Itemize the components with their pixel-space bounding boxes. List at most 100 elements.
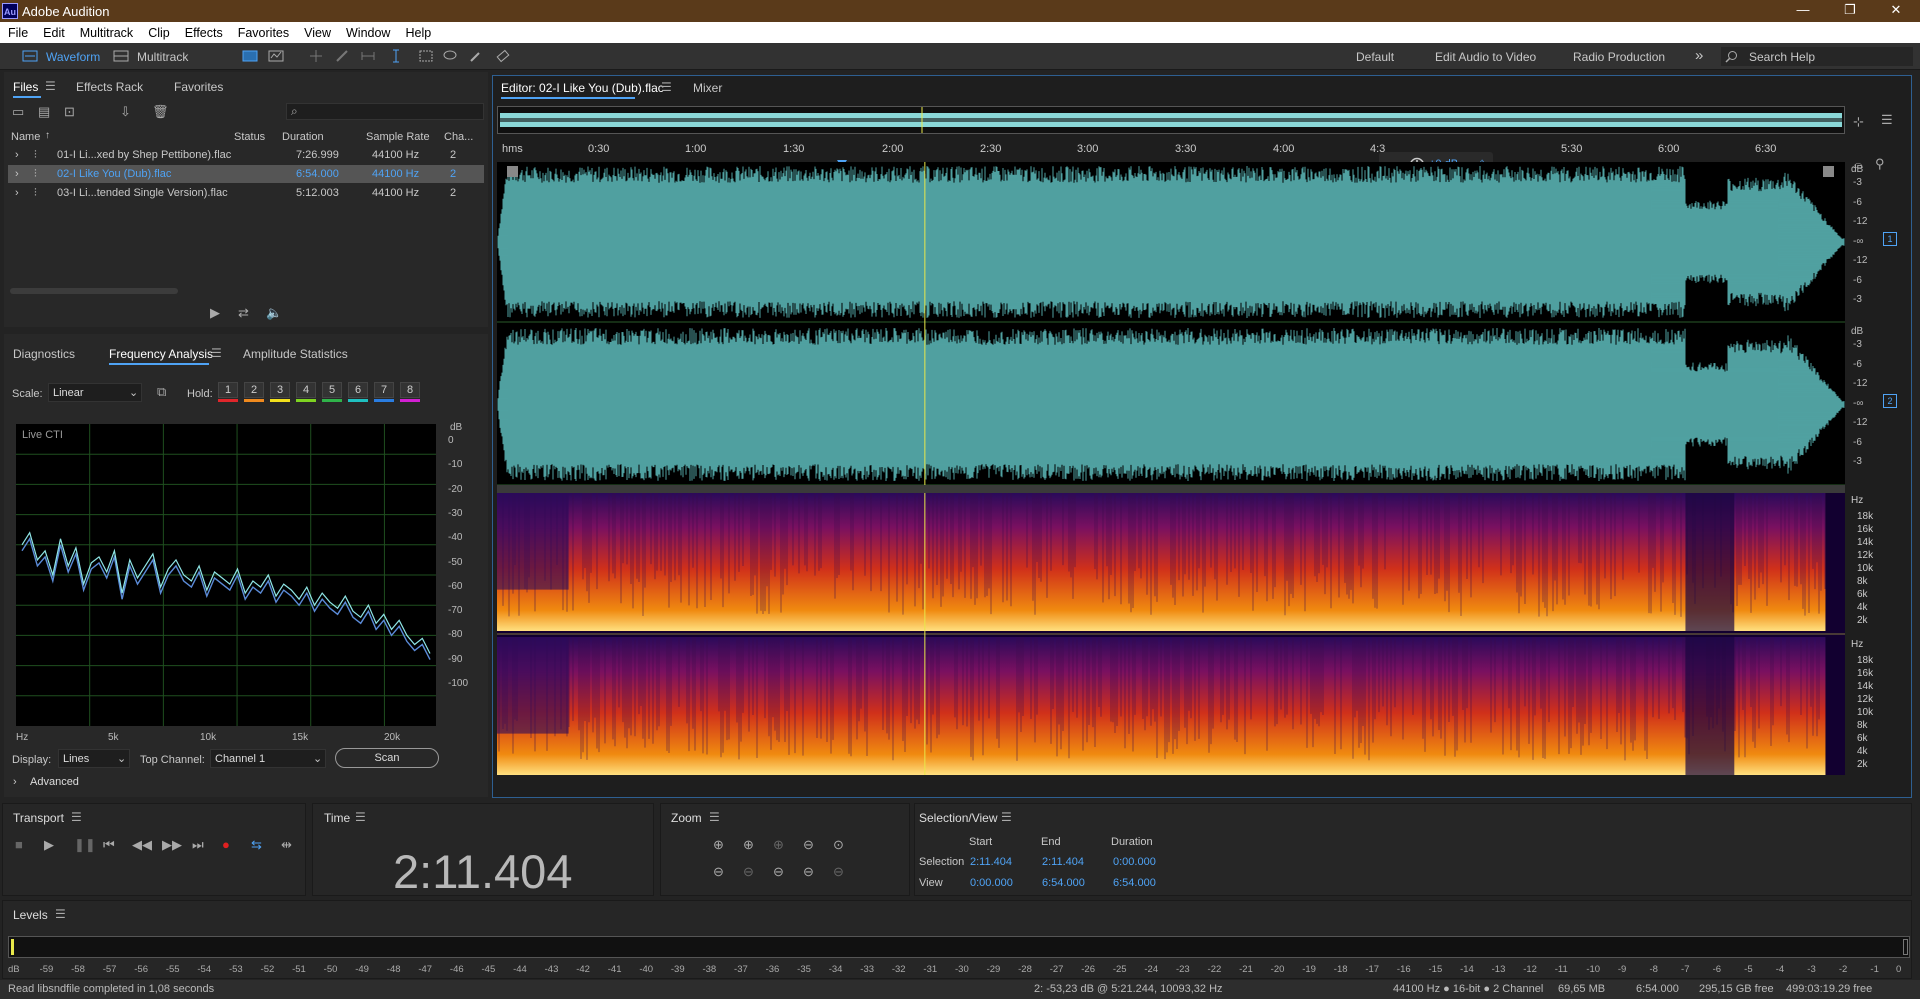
play-preview-icon[interactable]: ▶ xyxy=(210,305,220,321)
selection-view-menu-icon[interactable]: ☰ xyxy=(1001,810,1012,824)
fade-in-handle[interactable] xyxy=(507,166,518,177)
hold-button-1[interactable]: 1 xyxy=(218,382,238,398)
display-select[interactable]: Lines ⌄ xyxy=(58,749,130,768)
spectral-display[interactable] xyxy=(497,493,1845,775)
column-sample-rate[interactable]: Sample Rate xyxy=(366,131,430,143)
tab-mixer[interactable]: Mixer xyxy=(693,81,722,95)
selection-end-field[interactable]: 2:11.404 xyxy=(1042,856,1084,868)
pause-icon[interactable]: ❚❚ xyxy=(74,837,96,853)
view-divider[interactable] xyxy=(497,485,1845,493)
advanced-toggle[interactable]: Advanced xyxy=(30,776,79,788)
levels-menu-icon[interactable]: ☰ xyxy=(55,907,66,921)
file-row[interactable]: › ⫶ 03-I Li...tended Single Version).fla… xyxy=(8,184,484,202)
column-duration[interactable]: Duration xyxy=(282,131,324,143)
files-panel-menu-icon[interactable]: ☰ xyxy=(45,79,56,93)
waveform-display[interactable] xyxy=(497,162,1845,485)
zoom-reset-icon[interactable]: ⊙ xyxy=(833,837,844,853)
menu-edit[interactable]: Edit xyxy=(35,22,72,40)
insert-into-multitrack-icon[interactable]: ⇩ xyxy=(120,104,131,120)
files-horizontal-scrollbar[interactable] xyxy=(10,288,178,294)
multitrack-button[interactable]: Multitrack xyxy=(137,50,188,64)
hold-button-7[interactable]: 7 xyxy=(374,382,394,398)
expand-chevron-icon[interactable]: › xyxy=(15,187,19,199)
hold-button-6[interactable]: 6 xyxy=(348,382,368,398)
zoom-out-full-icon[interactable]: ⊹ xyxy=(1853,114,1864,130)
record-icon[interactable]: ● xyxy=(222,837,230,852)
view-end-field[interactable]: 6:54.000 xyxy=(1042,877,1085,889)
scan-button[interactable]: Scan xyxy=(335,748,439,768)
time-menu-icon[interactable]: ☰ xyxy=(355,810,366,824)
fast-forward-icon[interactable]: ▶▶ xyxy=(162,837,182,853)
loop-playback-icon[interactable]: ⇆ xyxy=(251,837,262,853)
fade-out-handle[interactable] xyxy=(1823,166,1834,177)
expand-chevron-icon[interactable]: › xyxy=(15,149,19,161)
menu-clip[interactable]: Clip xyxy=(140,22,177,40)
chevron-right-icon[interactable]: › xyxy=(13,776,17,788)
play-icon[interactable]: ▶ xyxy=(44,837,54,853)
tab-files[interactable]: Files xyxy=(13,80,38,94)
files-search-input[interactable]: ⌕ xyxy=(286,103,484,120)
hold-button-8[interactable]: 8 xyxy=(400,382,420,398)
zoom-to-left-icon[interactable]: ⊖ xyxy=(773,864,784,880)
workspace-edit-audio-to-video[interactable]: Edit Audio to Video xyxy=(1435,50,1536,64)
tab-editor[interactable]: Editor: 02-I Like You (Dub).flac xyxy=(501,81,664,95)
razor-tool-icon[interactable] xyxy=(334,48,350,64)
selection-duration-field[interactable]: 0:00.000 xyxy=(1113,856,1156,868)
workspace-radio-production[interactable]: Radio Production xyxy=(1573,50,1665,64)
column-channels[interactable]: Cha... xyxy=(444,131,473,143)
menu-multitrack[interactable]: Multitrack xyxy=(72,22,140,40)
skip-to-start-icon[interactable]: ⏮ xyxy=(103,837,115,853)
menu-file[interactable]: File xyxy=(0,22,35,40)
panel-options-icon[interactable]: ☰ xyxy=(1881,112,1893,128)
menu-view[interactable]: View xyxy=(296,22,338,40)
rewind-icon[interactable]: ◀◀ xyxy=(132,837,152,853)
skip-to-end-icon[interactable]: ⏭ xyxy=(192,837,204,853)
hold-button-5[interactable]: 5 xyxy=(322,382,342,398)
zoom-out-amplitude-icon[interactable]: ⊖ xyxy=(713,864,724,880)
column-name[interactable]: Name xyxy=(11,131,40,143)
waveform-button[interactable]: Waveform xyxy=(46,50,100,64)
top-channel-select[interactable]: Channel 1 ⌄ xyxy=(210,749,326,768)
menu-favorites[interactable]: Favorites xyxy=(230,22,296,40)
spectral-display-icon[interactable] xyxy=(268,48,284,64)
minimize-button[interactable]: — xyxy=(1783,2,1823,20)
clip-indicator[interactable] xyxy=(1903,939,1908,955)
tab-favorites[interactable]: Favorites xyxy=(174,80,223,94)
logarithmic-toggle-icon[interactable]: ⧉ xyxy=(157,384,166,400)
file-row-selected[interactable]: › ⫶ 02-I Like You (Dub).flac 6:54.000 44… xyxy=(8,165,484,183)
level-meter[interactable] xyxy=(8,936,1910,958)
close-button[interactable]: ✕ xyxy=(1876,2,1916,20)
menu-effects[interactable]: Effects xyxy=(177,22,230,40)
analysis-panel-menu-icon[interactable]: ☰ xyxy=(211,346,222,360)
restore-button[interactable]: ❐ xyxy=(1830,2,1870,20)
hold-button-2[interactable]: 2 xyxy=(244,382,264,398)
marker-pin-icon[interactable]: ⚲ xyxy=(1875,156,1885,172)
import-file-icon[interactable]: ▤ xyxy=(38,104,50,120)
column-status[interactable]: Status xyxy=(234,131,265,143)
zoom-in-amplitude-icon[interactable]: ⊕ xyxy=(713,837,724,853)
close-file-icon[interactable]: 🗑 xyxy=(152,104,169,120)
tab-diagnostics[interactable]: Diagnostics xyxy=(13,347,75,361)
time-selection-tool-icon[interactable] xyxy=(388,48,404,64)
marquee-selection-icon[interactable] xyxy=(418,48,434,64)
zoom-selection-icon[interactable]: ⊕ xyxy=(773,837,784,853)
view-start-field[interactable]: 0:00.000 xyxy=(970,877,1013,889)
selection-start-field[interactable]: 2:11.404 xyxy=(970,856,1012,868)
search-help-box[interactable]: Search Help xyxy=(1721,47,1913,66)
editor-panel-menu-icon[interactable]: ☰ xyxy=(661,80,672,94)
new-file-icon[interactable]: ⊡ xyxy=(64,104,75,120)
brush-selection-icon[interactable] xyxy=(468,48,484,64)
current-time-display[interactable]: 2:11.404 xyxy=(393,844,572,899)
skip-selection-icon[interactable]: ⇹ xyxy=(281,837,292,853)
expand-chevron-icon[interactable]: › xyxy=(15,168,19,180)
channel-badge[interactable]: 1 xyxy=(1883,232,1897,246)
zoom-in-out-icon[interactable]: ⊖ xyxy=(803,837,814,853)
lasso-selection-icon[interactable] xyxy=(442,48,458,64)
tab-frequency-analysis[interactable]: Frequency Analysis xyxy=(109,347,213,361)
loop-preview-icon[interactable]: ⇄ xyxy=(238,305,249,321)
menu-window[interactable]: Window xyxy=(338,22,397,40)
frequency-graph[interactable]: Live CTI xyxy=(16,424,436,726)
tab-effects-rack[interactable]: Effects Rack xyxy=(76,80,143,94)
zoom-menu-icon[interactable]: ☰ xyxy=(709,810,720,824)
zoom-in-time-icon[interactable]: ⊕ xyxy=(743,837,754,853)
